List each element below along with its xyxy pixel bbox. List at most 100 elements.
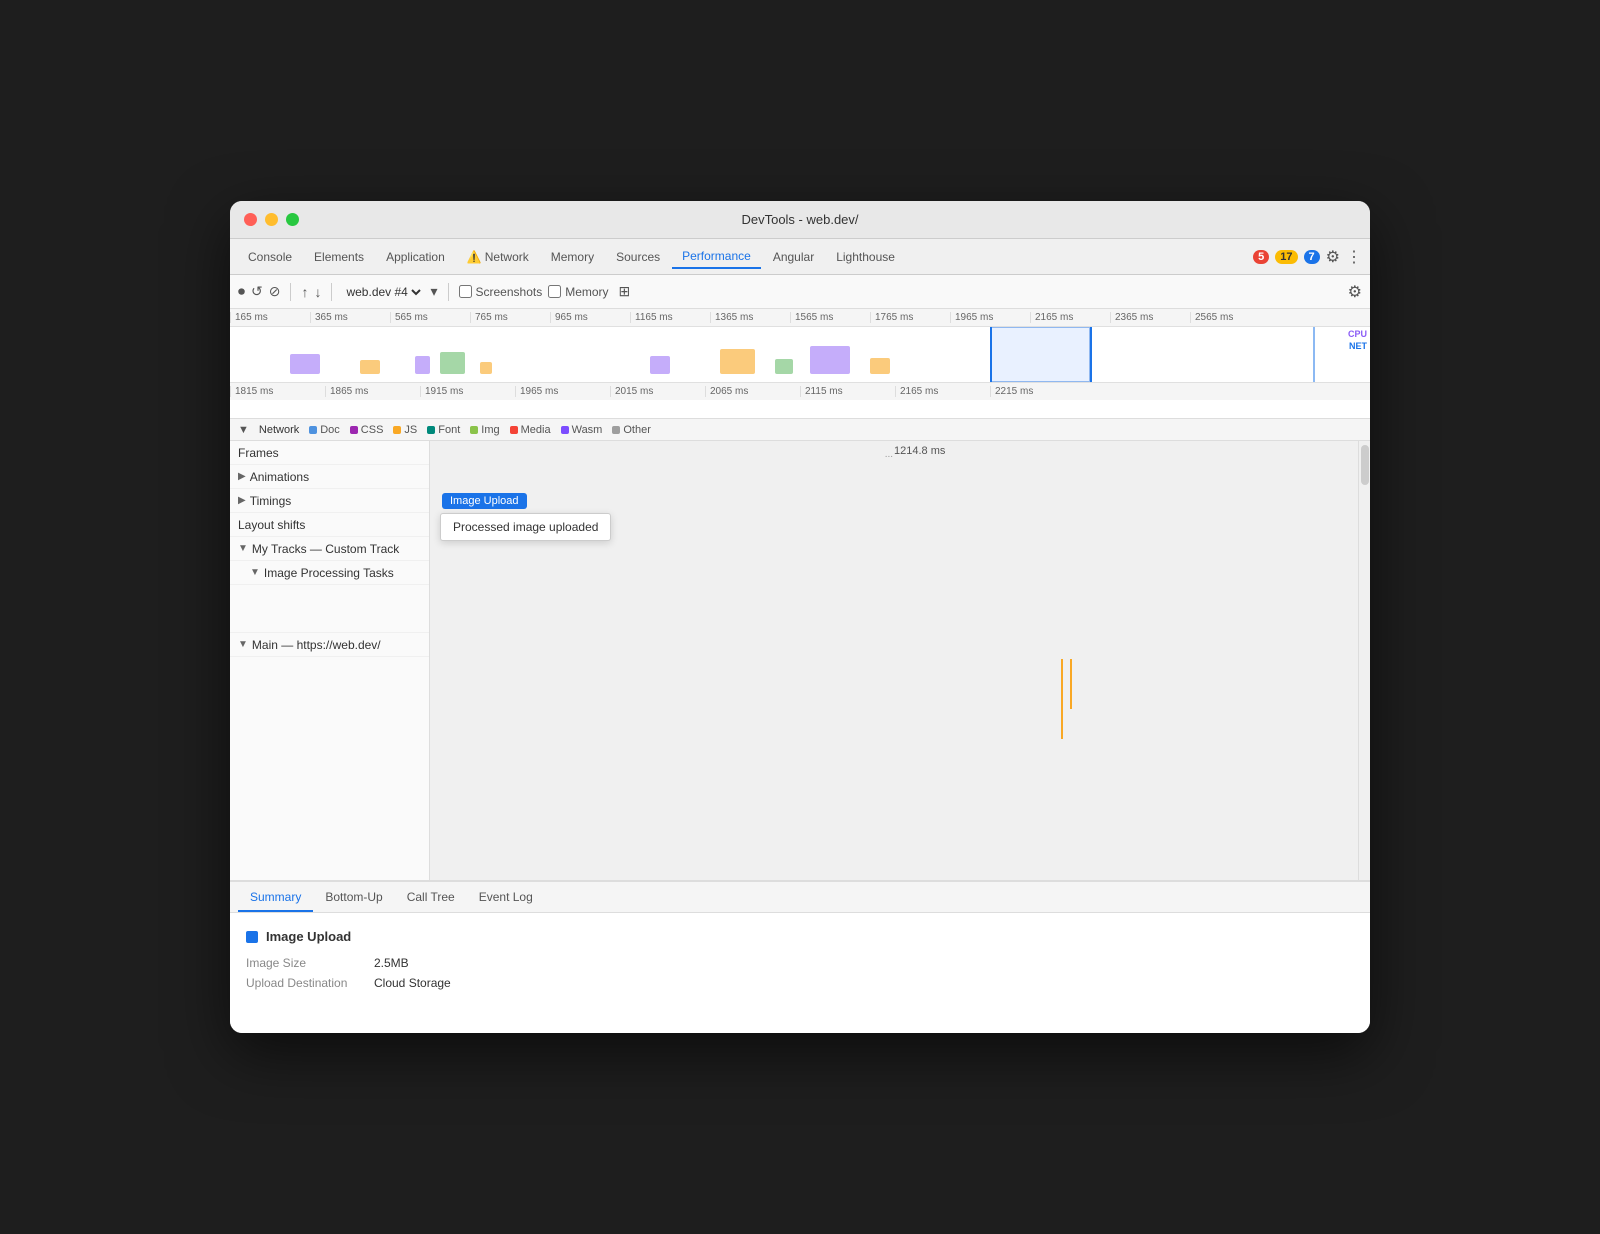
timeline-overview: 165 ms 365 ms 565 ms 765 ms 965 ms 1165 … xyxy=(230,309,1370,419)
network-legend: ▼ Network Doc CSS JS Font Img Media Wasm xyxy=(230,419,1370,441)
wasm-color xyxy=(561,426,569,434)
record-button[interactable]: ⏺ xyxy=(238,283,245,300)
toolbar-separator-3 xyxy=(448,283,449,301)
legend-media: Media xyxy=(510,424,551,436)
ruler2-item: 1865 ms xyxy=(325,386,420,397)
upload-button[interactable]: ↑ xyxy=(301,284,308,300)
tab-elements[interactable]: Elements xyxy=(304,246,374,268)
screenshots-checkbox[interactable] xyxy=(459,285,472,298)
network-label: Network xyxy=(259,424,299,436)
ruler-item: 1765 ms xyxy=(870,312,950,323)
memory-checkbox-label: Memory xyxy=(548,285,608,299)
main-label: Main — https://web.dev/ xyxy=(252,638,381,652)
settings-icon[interactable]: ⚙ xyxy=(1326,247,1340,267)
chevron-down-icon[interactable]: ▾ xyxy=(430,283,437,300)
summary-event-name: Image Upload xyxy=(266,929,351,944)
traffic-lights xyxy=(244,213,299,226)
cpu-bar xyxy=(480,362,492,374)
tab-application[interactable]: Application xyxy=(376,246,455,268)
img-color xyxy=(470,426,478,434)
screenshot-mode-icon[interactable]: ⊞ xyxy=(619,283,631,300)
timeline-marker-end xyxy=(1090,327,1092,382)
doc-color xyxy=(309,426,317,434)
track-label-animations[interactable]: ▶ Animations xyxy=(230,465,429,489)
ruler-item: 1365 ms xyxy=(710,312,790,323)
legend-font: Font xyxy=(427,424,460,436)
custom-track-toggle[interactable]: ▼ xyxy=(238,543,248,554)
cpu-bar xyxy=(415,356,430,374)
tab-angular[interactable]: Angular xyxy=(763,246,824,268)
network-toggle[interactable]: ▼ xyxy=(238,424,249,436)
track-label-timings[interactable]: ▶ Timings xyxy=(230,489,429,513)
gear-icon[interactable]: ⚙ xyxy=(1348,282,1362,302)
ruler-item: 1965 ms xyxy=(950,312,1030,323)
image-processing-toggle[interactable]: ▼ xyxy=(250,567,260,578)
close-button[interactable] xyxy=(244,213,257,226)
track-label-main[interactable]: ▼ Main — https://web.dev/ xyxy=(230,633,429,657)
minimize-button[interactable] xyxy=(265,213,278,226)
reload-button[interactable]: ↺ xyxy=(251,283,263,300)
tab-sources[interactable]: Sources xyxy=(606,246,670,268)
frames-ellipsis: ... xyxy=(885,449,893,460)
download-button[interactable]: ↓ xyxy=(314,284,321,300)
timeline-bottom-ruler: 1815 ms 1865 ms 1915 ms 1965 ms 2015 ms … xyxy=(230,382,1370,400)
summary-row-size: Image Size 2.5MB xyxy=(246,956,1354,970)
legend-img: Img xyxy=(470,424,499,436)
tab-lighthouse[interactable]: Lighthouse xyxy=(826,246,905,268)
frames-time: 1214.8 ms xyxy=(894,445,945,457)
animations-toggle[interactable]: ▶ xyxy=(238,471,246,482)
ruler2-item: 2115 ms xyxy=(800,386,895,397)
image-size-value: 2.5MB xyxy=(374,956,409,970)
tab-event-log[interactable]: Event Log xyxy=(467,884,545,912)
mini-timeline[interactable]: CPU NET xyxy=(230,327,1370,382)
devtools-tab-bar: Console Elements Application ⚠️ Network … xyxy=(230,239,1370,275)
image-size-key: Image Size xyxy=(246,956,366,970)
screenshots-checkbox-label: Screenshots xyxy=(459,285,543,299)
toolbar-separator xyxy=(290,283,291,301)
summary-title: Image Upload xyxy=(246,929,1354,944)
scrollbar-thumb[interactable] xyxy=(1361,445,1369,485)
legend-js: JS xyxy=(393,424,417,436)
tab-performance[interactable]: Performance xyxy=(672,245,761,269)
tab-summary[interactable]: Summary xyxy=(238,884,313,912)
profile-selector[interactable]: web.dev #4 xyxy=(342,284,424,300)
vertical-scrollbar[interactable] xyxy=(1358,441,1370,880)
tab-memory[interactable]: Memory xyxy=(541,246,604,268)
warnings-badge: 17 xyxy=(1275,250,1297,264)
memory-checkbox[interactable] xyxy=(548,285,561,298)
upload-dest-value: Cloud Storage xyxy=(374,976,451,990)
main-section-row xyxy=(430,635,1358,659)
cpu-bar xyxy=(650,356,670,374)
more-icon[interactable]: ⋮ xyxy=(1346,247,1362,267)
timings-row[interactable]: Image Upload Processed image uploaded xyxy=(430,489,1358,539)
track-label-custom-track[interactable]: ▼ My Tracks — Custom Track xyxy=(230,537,429,561)
maximize-button[interactable] xyxy=(286,213,299,226)
clear-button[interactable]: ⊘ xyxy=(269,283,281,300)
devtools-window: DevTools - web.dev/ Console Elements App… xyxy=(230,201,1370,1033)
timeline-top-ruler: 165 ms 365 ms 565 ms 765 ms 965 ms 1165 … xyxy=(230,309,1370,327)
cpu-bar xyxy=(440,352,465,374)
ruler2-item: 2065 ms xyxy=(705,386,800,397)
frames-label: Frames xyxy=(238,446,279,460)
toolbar: ⏺ ↺ ⊘ ↑ ↓ web.dev #4 ▾ Screenshots Memor… xyxy=(230,275,1370,309)
timeline-marker-2 xyxy=(1313,327,1315,382)
cpu-bar xyxy=(290,354,320,374)
ruler-item: 965 ms xyxy=(550,312,630,323)
timeline-marker-start xyxy=(990,327,992,382)
track-label-image-processing[interactable]: ▼ Image Processing Tasks xyxy=(230,561,429,585)
tab-bottom-up[interactable]: Bottom-Up xyxy=(313,884,394,912)
cpu-bar xyxy=(810,346,850,374)
image-upload-badge[interactable]: Image Upload xyxy=(442,493,527,509)
other-color xyxy=(612,426,620,434)
upload-dest-key: Upload Destination xyxy=(246,976,366,990)
ruler-item: 1165 ms xyxy=(630,312,710,323)
font-color xyxy=(427,426,435,434)
tab-network[interactable]: ⚠️ Network xyxy=(457,246,539,268)
cpu-bar xyxy=(720,349,755,374)
ruler-item: 765 ms xyxy=(470,312,550,323)
timings-toggle[interactable]: ▶ xyxy=(238,495,246,506)
tab-console[interactable]: Console xyxy=(238,246,302,268)
css-color xyxy=(350,426,358,434)
main-toggle[interactable]: ▼ xyxy=(238,639,248,650)
tab-call-tree[interactable]: Call Tree xyxy=(395,884,467,912)
